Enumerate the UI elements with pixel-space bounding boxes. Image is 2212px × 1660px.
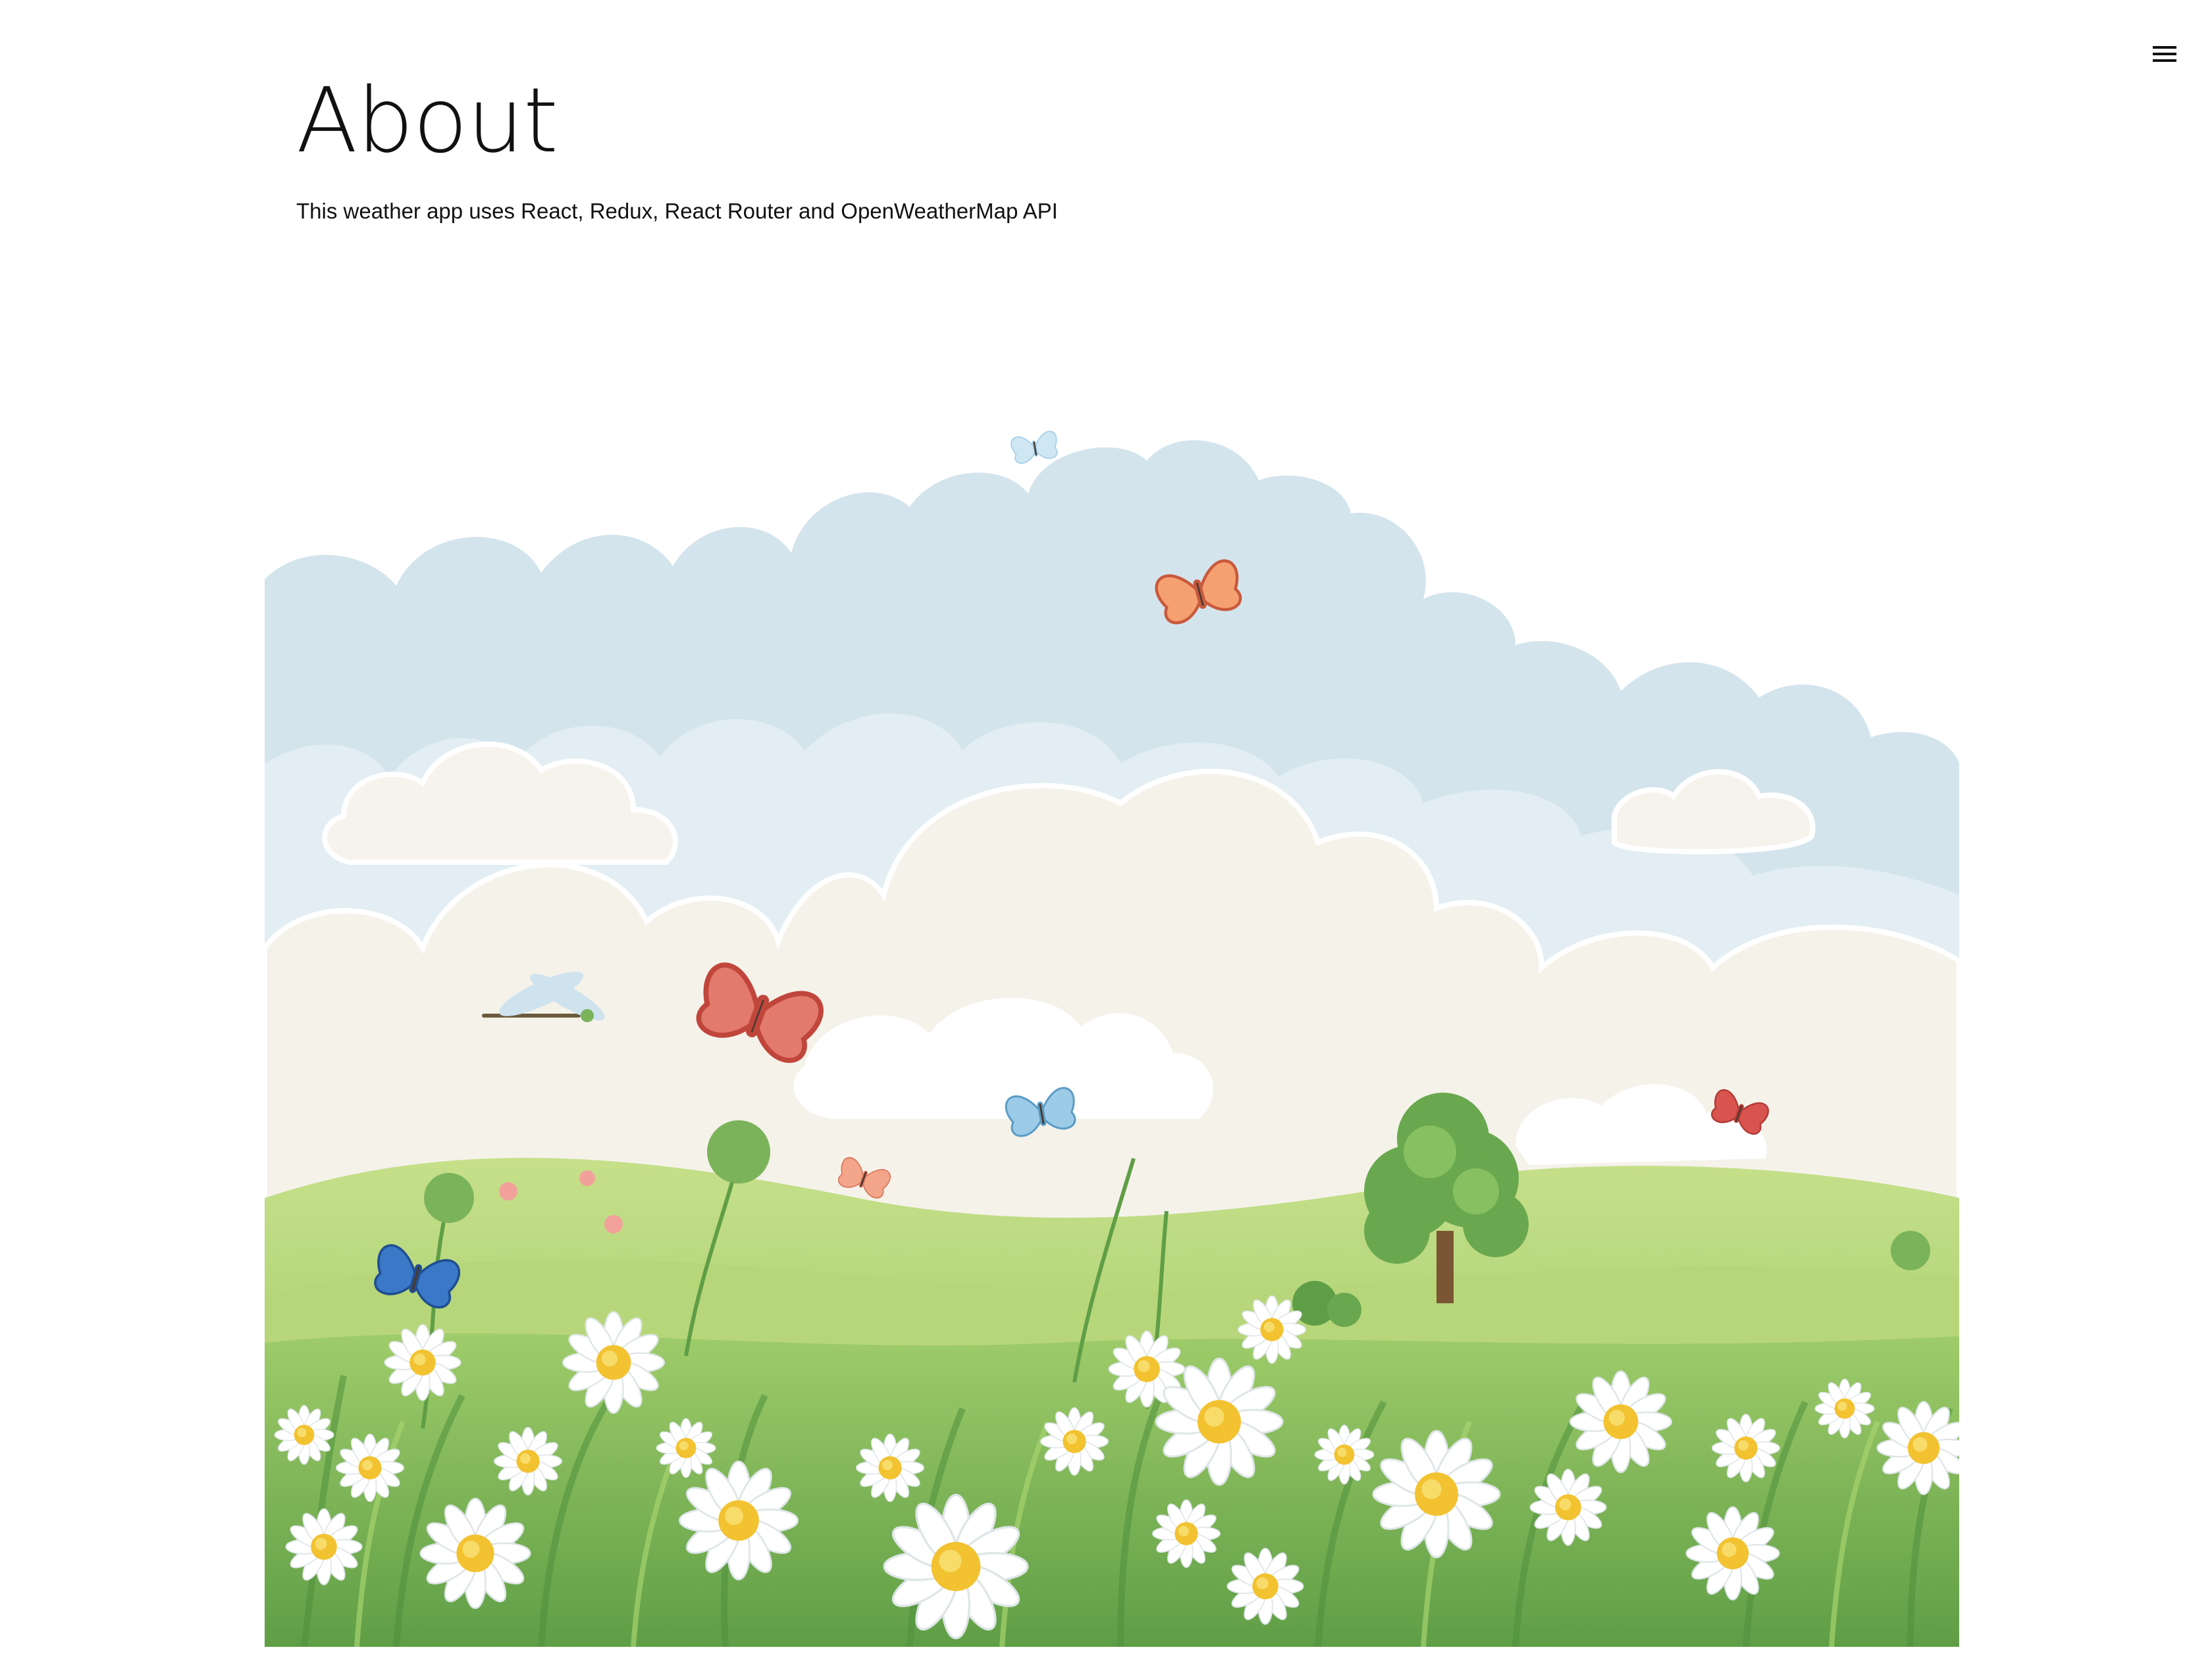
menu-button[interactable]	[2133, 24, 2196, 87]
summer-meadow-illustration	[265, 421, 1959, 1647]
hamburger-menu-icon	[2149, 38, 2180, 73]
page-title: About	[296, 69, 558, 173]
page-description: This weather app uses React, Redux, Reac…	[296, 199, 1058, 223]
about-section: About This weather app uses React, Redux…	[296, 69, 1916, 223]
